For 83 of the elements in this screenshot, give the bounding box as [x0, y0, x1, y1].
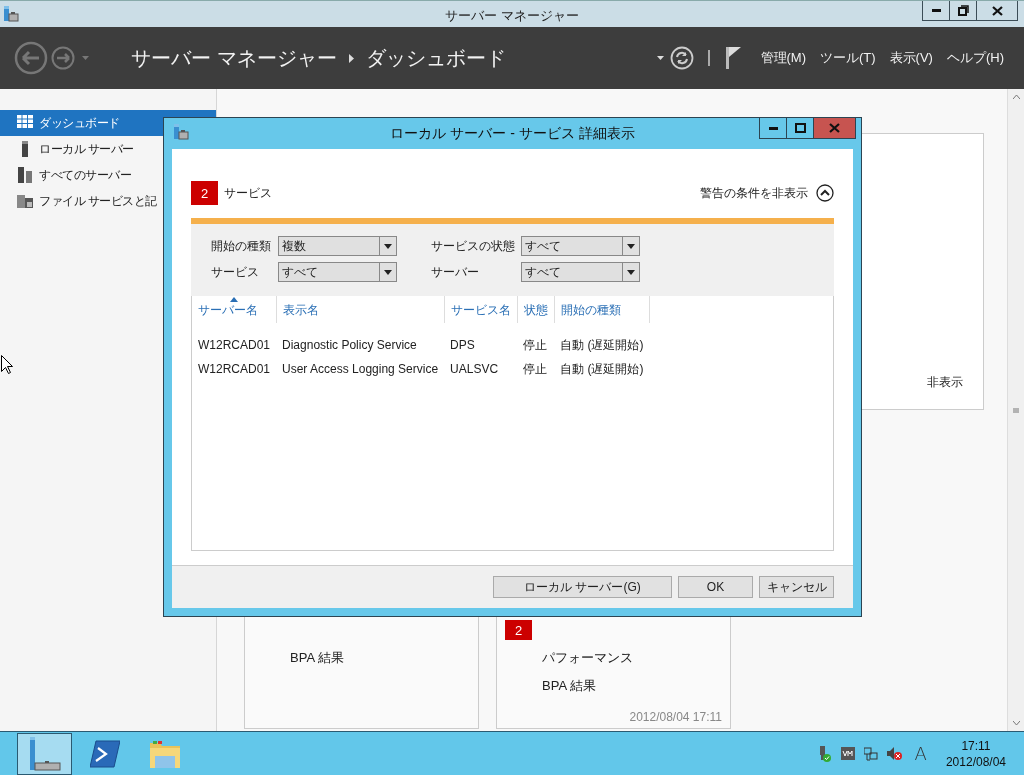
filter-label: サービス — [211, 263, 260, 281]
column-header[interactable]: 状態 — [517, 296, 555, 323]
dropdown-arrow-icon — [384, 269, 392, 275]
collapse-icon — [816, 184, 834, 202]
clock[interactable]: 17:11 2012/08/04 — [945, 737, 1006, 770]
menu-item[interactable]: ヘルプ(H) — [946, 49, 1004, 67]
alert-label: サービス — [224, 184, 272, 202]
table-cell: DPS — [444, 323, 518, 357]
dashboard-grid-icon — [17, 115, 33, 131]
filter-label: 開始の種類 — [211, 237, 272, 255]
menu-item[interactable]: 管理(M) — [760, 49, 806, 67]
breadcrumb-item: ダッシュボード — [366, 44, 507, 72]
menu-item[interactable]: 表示(V) — [889, 49, 933, 67]
table-cell: 停止 — [517, 323, 555, 357]
card-item[interactable]: BPA 結果 — [542, 677, 596, 695]
column-header[interactable]: サービス名 — [444, 296, 518, 323]
scroll-down-icon[interactable] — [1012, 720, 1020, 725]
scrollbar[interactable] — [1007, 89, 1024, 731]
dropdown-arrow-icon — [384, 243, 392, 249]
alert-count-badge: 2 — [505, 620, 532, 640]
chevron-icon — [349, 53, 355, 63]
refresh-icon[interactable] — [669, 46, 694, 70]
close-icon — [991, 5, 1003, 16]
column-header[interactable]: 開始の種類 — [554, 296, 650, 323]
local-server-button[interactable]: ローカル サーバー(G) — [493, 576, 672, 598]
minimize-button[interactable] — [759, 118, 787, 139]
ok-button[interactable]: OK — [678, 576, 753, 598]
card-item[interactable]: BPA 結果 — [290, 649, 344, 667]
sidebar-item[interactable]: ローカル サーバー — [0, 136, 216, 162]
powershell-icon — [89, 738, 120, 769]
maximize-icon — [794, 123, 806, 133]
table-cell-text: UALSVC — [449, 361, 500, 378]
card-item[interactable]: パフォーマンス — [542, 649, 633, 667]
table-cell: W12RCAD01 — [192, 323, 277, 357]
table-cell-text: User Access Logging Service — [281, 361, 440, 378]
vm-tools-icon[interactable] — [840, 747, 855, 760]
forward-button[interactable] — [51, 46, 75, 70]
filter-dropdown[interactable]: すべて — [278, 262, 397, 282]
servers-icon — [17, 167, 33, 183]
server-manager-icon — [173, 124, 189, 140]
hide-criteria-toggle[interactable]: 警告の条件を非表示 — [700, 184, 834, 202]
close-icon — [829, 123, 840, 133]
breadcrumb-item[interactable]: サーバー マネージャー — [131, 44, 338, 72]
filter-dropdown[interactable]: すべて — [521, 236, 640, 256]
table-cell-text: W12RCAD01 — [197, 361, 272, 378]
hide-link[interactable]: 非表示 — [927, 374, 963, 391]
column-header[interactable]: サーバー名 — [192, 296, 277, 323]
network-icon[interactable] — [863, 746, 878, 761]
close-button[interactable] — [976, 1, 1018, 21]
flag-icon[interactable] — [725, 47, 741, 69]
folder-icon — [148, 738, 181, 769]
file-storage-icon — [17, 193, 33, 209]
window-title: サーバー マネージャー — [445, 7, 579, 25]
minimize-icon — [768, 126, 778, 130]
table-cell: Diagnostic Policy Service — [276, 323, 445, 357]
menu-item[interactable]: ツール(T) — [820, 49, 876, 67]
filter-dropdown[interactable]: 複数 — [278, 236, 397, 256]
alert-count-badge: 2 — [191, 181, 218, 205]
table-cell-text: 停止 — [522, 360, 549, 378]
column-header[interactable]: 表示名 — [276, 296, 445, 323]
table-cell: 自動 (遅延開始) — [554, 323, 650, 357]
device-check-icon[interactable] — [817, 745, 832, 762]
cancel-button[interactable]: キャンセル — [759, 576, 834, 598]
timestamp: 2012/08/04 17:11 — [629, 710, 722, 724]
scroll-grip-icon[interactable] — [1013, 407, 1019, 413]
dropdown-arrow-icon — [627, 243, 635, 249]
filter-label: サービスの状態 — [431, 237, 516, 255]
minimize-button[interactable] — [922, 1, 950, 21]
dialog-title: ローカル サーバー - サービス 詳細表示 — [390, 125, 635, 143]
table-cell-text: 自動 (遅延開始) — [559, 360, 645, 378]
dropdown-arrow-icon — [627, 269, 635, 275]
minimize-icon — [931, 9, 941, 12]
back-button[interactable] — [14, 41, 48, 75]
speaker-muted-icon[interactable] — [886, 746, 902, 761]
server-manager-icon — [3, 6, 19, 22]
input-mode-indicator[interactable]: A — [914, 743, 927, 764]
scroll-up-icon[interactable] — [1012, 95, 1020, 100]
dropdown-caret-icon[interactable] — [656, 56, 664, 60]
filter-label: サーバー — [431, 263, 480, 281]
taskbar-button[interactable] — [17, 732, 72, 775]
restore-icon — [957, 5, 969, 16]
filter-dropdown[interactable]: すべて — [521, 262, 640, 282]
server-manager-icon — [28, 736, 61, 771]
